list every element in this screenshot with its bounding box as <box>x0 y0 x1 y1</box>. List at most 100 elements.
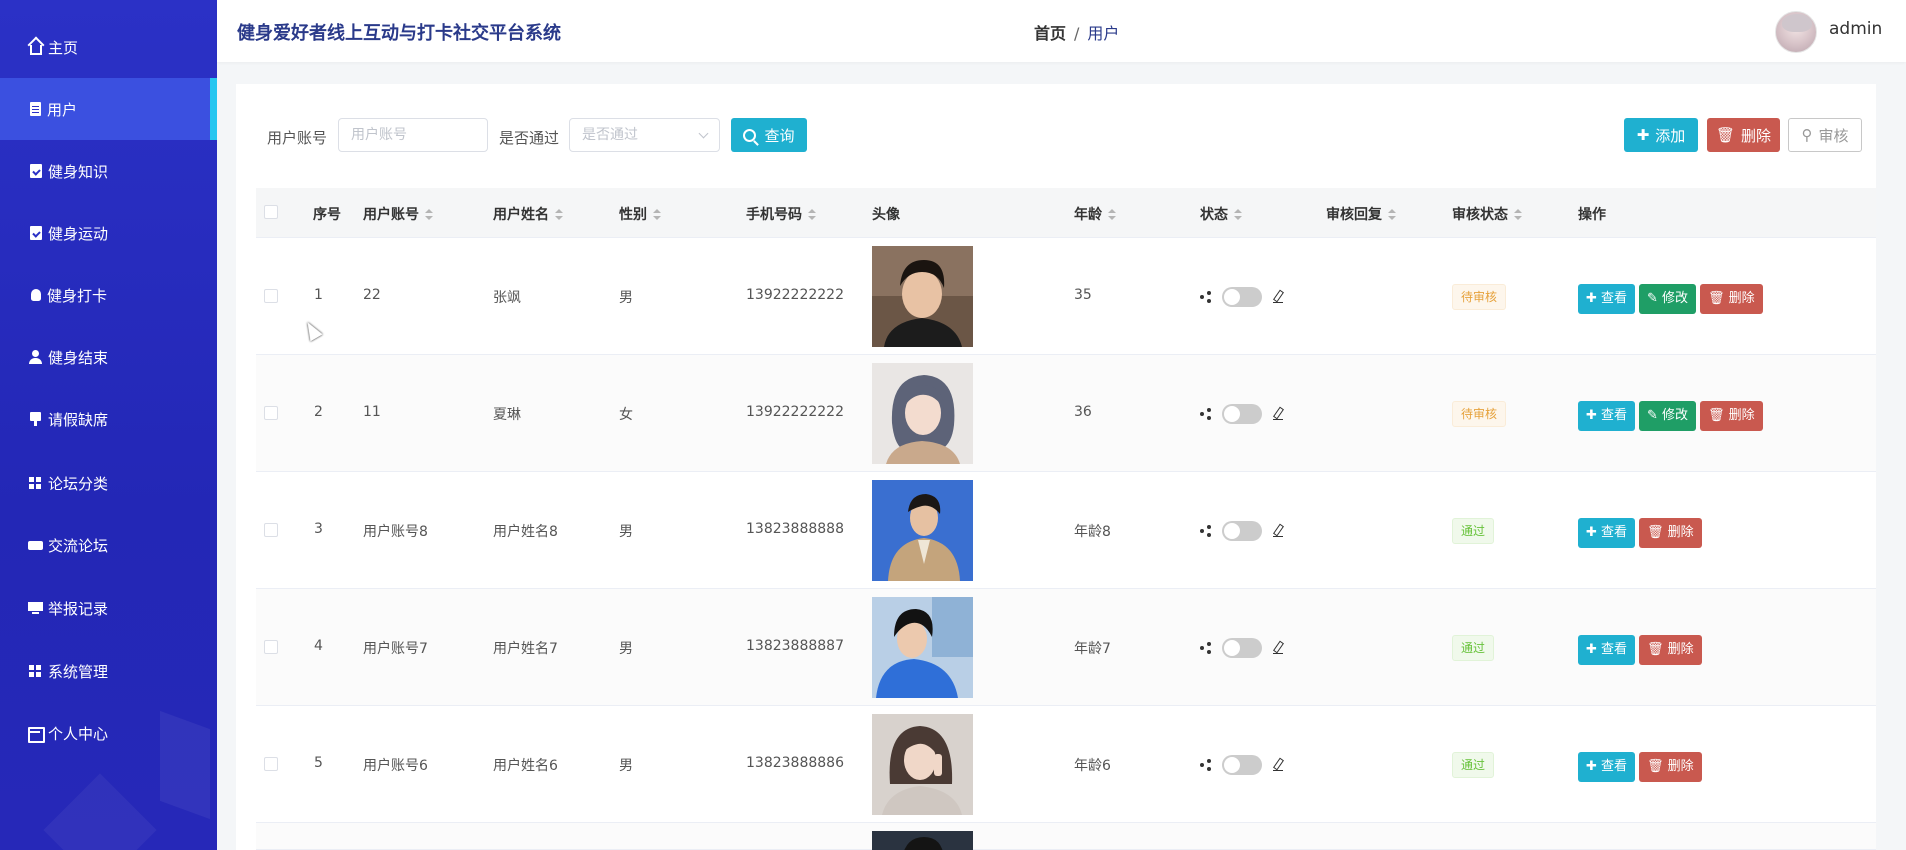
view-button-label: 查看 <box>1601 525 1628 540</box>
breadcrumb: 首页 / 用户 <box>1034 20 1119 44</box>
ticket-icon <box>28 537 44 553</box>
share-icon[interactable] <box>1200 525 1212 537</box>
sort-icon[interactable] <box>808 209 816 221</box>
view-button[interactable]: ✚ 查看 <box>1578 518 1636 548</box>
user-avatar-photo <box>872 831 973 850</box>
table-row: 5 用户账号6 用户姓名6 男 13823888886 年龄6 通过 ✚ 查看 … <box>256 706 1876 823</box>
trash-icon: 🗑 <box>1708 291 1729 306</box>
sidebar-item-forum-category[interactable]: 论坛分类 <box>0 452 217 514</box>
edit-button[interactable]: ✎ 修改 <box>1639 401 1697 431</box>
user-avatar-photo <box>872 246 973 347</box>
view-button[interactable]: ✚ 查看 <box>1578 284 1636 314</box>
status-toggle[interactable] <box>1222 521 1262 541</box>
delete-button[interactable]: 🗑 删除 <box>1639 635 1702 665</box>
plus-icon: ✚ <box>1586 291 1602 306</box>
view-button[interactable]: ✚ 查看 <box>1578 401 1636 431</box>
sidebar-decoration <box>43 773 157 850</box>
account-search-input[interactable]: 用户账号 <box>338 118 488 152</box>
username[interactable]: admin <box>1829 19 1882 39</box>
edit-icon[interactable] <box>1273 524 1283 537</box>
sidebar-item-home[interactable]: 主页 <box>0 16 217 78</box>
sort-icon[interactable] <box>425 209 433 221</box>
row-checkbox[interactable] <box>264 406 278 420</box>
column-header-account[interactable]: 用户账号 <box>363 204 433 224</box>
review-button-label: 审核 <box>1818 126 1849 145</box>
sidebar-item-fitness-end[interactable]: 健身结束 <box>0 326 217 388</box>
edit-icon[interactable] <box>1273 407 1283 420</box>
cell-index: 5 <box>314 755 323 771</box>
status-toggle[interactable] <box>1222 404 1262 424</box>
sidebar-item-system-management[interactable]: 系统管理 <box>0 640 217 702</box>
chevron-down-icon <box>698 128 709 139</box>
table-row: 1 22 张飒 男 13922222222 35 待审核 ✚ 查看 ✎ 修改 🗑… <box>256 238 1876 355</box>
add-button-label: 添加 <box>1655 126 1686 145</box>
sidebar-item-profile[interactable]: 个人中心 <box>0 702 217 764</box>
delete-button[interactable]: 🗑 删除 <box>1639 518 1702 548</box>
share-icon[interactable] <box>1200 408 1212 420</box>
sidebar-item-fitness-exercise[interactable]: 健身运动 <box>0 202 217 264</box>
share-icon[interactable] <box>1200 642 1212 654</box>
row-checkbox[interactable] <box>264 523 278 537</box>
row-checkbox[interactable] <box>264 640 278 654</box>
delete-button-label: 删除 <box>1667 759 1694 774</box>
sort-icon[interactable] <box>1388 209 1396 221</box>
status-toggle[interactable] <box>1222 755 1262 775</box>
select-all-checkbox[interactable] <box>264 205 278 219</box>
cell-phone: 13922222222 <box>746 404 844 420</box>
column-header-review-reply[interactable]: 审核回复 <box>1326 204 1396 224</box>
row-checkbox[interactable] <box>264 757 278 771</box>
clipboard-check-icon <box>30 226 42 240</box>
breadcrumb-home[interactable]: 首页 <box>1034 24 1066 43</box>
add-button[interactable]: ✚ 添加 <box>1624 118 1698 152</box>
sort-icon[interactable] <box>653 209 661 221</box>
column-header-phone[interactable]: 手机号码 <box>746 204 816 224</box>
breadcrumb-separator: / <box>1074 24 1080 43</box>
status-toggle[interactable] <box>1222 638 1262 658</box>
user-avatar-photo <box>872 363 973 464</box>
column-header-gender[interactable]: 性别 <box>619 204 661 224</box>
review-status-badge: 待审核 <box>1452 401 1507 427</box>
share-icon[interactable] <box>1200 759 1212 771</box>
view-button[interactable]: ✚ 查看 <box>1578 752 1636 782</box>
column-header-age[interactable]: 年龄 <box>1074 204 1116 224</box>
delete-button[interactable]: 🗑 删除 <box>1639 752 1702 782</box>
table-row <box>256 823 1876 850</box>
edit-button[interactable]: ✎ 修改 <box>1639 284 1697 314</box>
sort-icon[interactable] <box>1514 209 1522 221</box>
sidebar-item-leave-absence[interactable]: 请假缺席 <box>0 388 217 450</box>
approved-select-placeholder: 是否通过 <box>582 127 638 143</box>
batch-delete-button[interactable]: 🗑 删除 <box>1707 118 1780 152</box>
status-toggle[interactable] <box>1222 287 1262 307</box>
avatar[interactable] <box>1775 11 1817 53</box>
sidebar-item-users[interactable]: 用户 <box>0 78 217 140</box>
sort-icon[interactable] <box>1234 209 1242 221</box>
column-header-name[interactable]: 用户姓名 <box>493 204 563 224</box>
share-icon[interactable] <box>1200 291 1212 303</box>
sidebar-item-reports[interactable]: 举报记录 <box>0 577 217 639</box>
column-header-review-status[interactable]: 审核状态 <box>1452 204 1522 224</box>
column-header-status[interactable]: 状态 <box>1200 204 1242 224</box>
breadcrumb-current: 用户 <box>1087 24 1120 43</box>
row-checkbox[interactable] <box>264 289 278 303</box>
cell-phone: 13823888888 <box>746 521 844 537</box>
cell-gender: 男 <box>619 641 633 657</box>
view-button[interactable]: ✚ 查看 <box>1578 635 1636 665</box>
sidebar-item-fitness-checkin[interactable]: 健身打卡 <box>0 264 217 326</box>
sort-icon[interactable] <box>555 209 563 221</box>
review-button[interactable]: ⚲ 审核 <box>1788 118 1862 152</box>
edit-icon[interactable] <box>1273 758 1283 771</box>
sidebar-item-label: 论坛分类 <box>48 474 109 493</box>
delete-button[interactable]: 🗑 删除 <box>1700 284 1763 314</box>
delete-button[interactable]: 🗑 删除 <box>1700 401 1763 431</box>
approved-select[interactable]: 是否通过 <box>569 118 720 152</box>
cell-phone: 13823888887 <box>746 638 844 654</box>
edit-icon[interactable] <box>1273 290 1283 303</box>
sidebar-item-fitness-knowledge[interactable]: 健身知识 <box>0 140 217 202</box>
sidebar-item-forum[interactable]: 交流论坛 <box>0 514 217 576</box>
query-button[interactable]: 查询 <box>731 118 807 152</box>
status-controls <box>1200 637 1290 659</box>
cell-name: 夏琳 <box>493 407 521 423</box>
sidebar-item-label: 用户 <box>47 100 78 119</box>
edit-icon[interactable] <box>1273 641 1283 654</box>
sort-icon[interactable] <box>1108 209 1116 221</box>
